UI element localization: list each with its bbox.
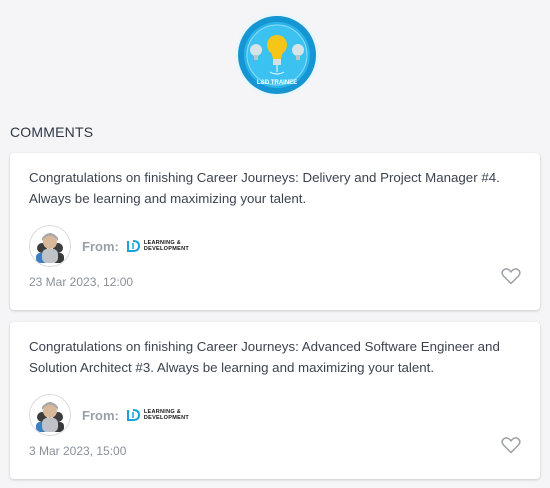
sender-line-2: DEVELOPMENT [143,246,190,252]
learning-development-logo: LEARNING & DEVELOPMENT [125,407,189,423]
ld-trainee-badge: L&D TRAINEE [234,12,320,98]
from-row: From: LEARNING & DEVELOPMENT [82,405,189,425]
comment-date: 23 Mar 2023, 12:00 [29,275,134,289]
ld-icon [126,409,140,421]
from-label: From: [82,238,119,254]
comment-date: 3 Mar 2023, 15:00 [29,444,127,458]
comments-heading: COMMENTS [10,124,94,140]
avatar [29,394,71,436]
ld-icon [126,240,140,252]
badge-label: L&D TRAINEE [257,80,297,86]
sender-line-2: DEVELOPMENT [143,415,190,421]
from-row: From: LEARNING & DEVELOPMENT [82,236,189,256]
comment-text: Congratulations on finishing Career Jour… [29,339,500,375]
comment-card: Congratulations on finishing Career Jour… [10,322,540,479]
comment-card: Congratulations on finishing Career Jour… [10,153,540,310]
learning-development-logo: LEARNING & DEVELOPMENT [125,238,189,254]
heart-icon[interactable] [501,436,521,454]
heart-icon[interactable] [501,267,521,285]
avatar [29,225,71,267]
from-label: From: [82,407,119,423]
comment-text: Congratulations on finishing Career Jour… [29,170,500,206]
badge-icon: L&D TRAINEE [235,13,319,97]
